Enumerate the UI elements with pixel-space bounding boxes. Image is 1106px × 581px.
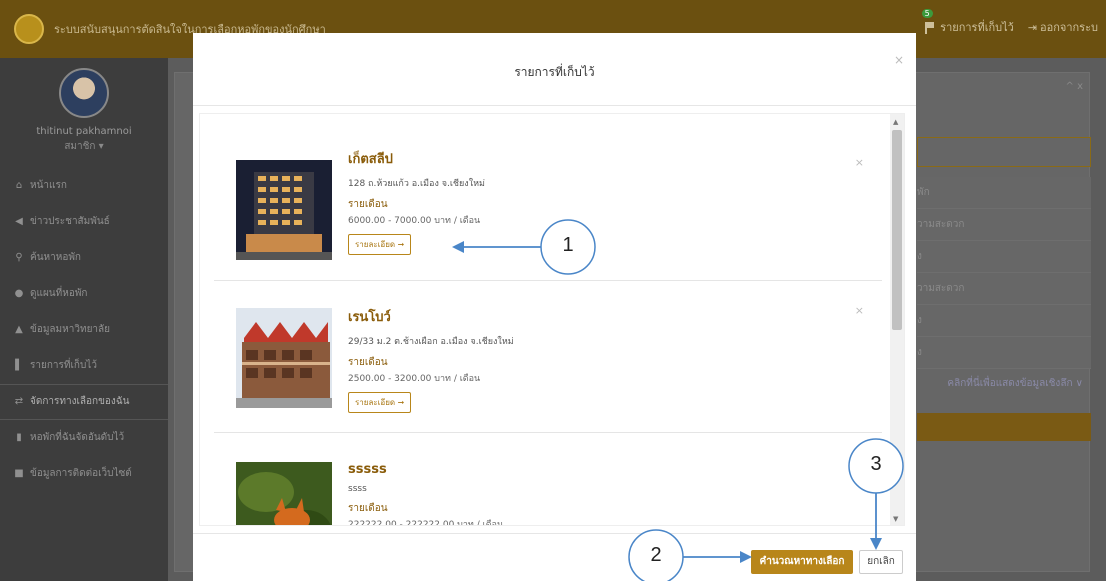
saved-items-modal: รายการที่เก็บไว้ × × เก็ตสลีป 128 ถ.ห้วย… (193, 33, 916, 581)
dorm-photo (236, 462, 332, 525)
sidebar-item-label: หน้าแรก (30, 180, 67, 191)
search-icon: ⚲ (15, 252, 23, 263)
dorm-price: 6000.00 - 7000.00 บาท / เดือน (348, 216, 481, 226)
monthly-label: รายเดือน (348, 503, 388, 514)
scroll-down-icon[interactable]: ▼ (893, 515, 898, 523)
sidebar-item-news[interactable]: ◀ ข่าวประชาสัมพันธ์ (0, 204, 168, 240)
sidebar-item-manage-choices[interactable]: ⇄ จัดการทางเลือกของฉัน (0, 384, 168, 420)
background-input[interactable] (917, 137, 1091, 167)
modal-title: รายการที่เก็บไว้ (514, 65, 595, 79)
modal-footer: คำนวณหาทางเลือก ยกเลิก (193, 533, 916, 581)
flag-icon (924, 22, 934, 34)
background-row: วามสะดวก (917, 273, 1091, 305)
dorm-address: ssss (348, 484, 367, 494)
university-logo-icon (14, 14, 44, 44)
logout-link[interactable]: ⇥ ออกจากระบ (1028, 18, 1098, 36)
background-criteria-list: พัก วามสะดวก ง วามสะดวก ง ง คลิกที่นี่เพ… (917, 137, 1091, 441)
sidebar-item-label: ดูแผนที่หอพัก (30, 288, 88, 299)
sidebar-item-ranked[interactable]: ▮ หอพักที่ฉันจัดอันดับไว้ (0, 420, 168, 456)
background-row: ง (917, 337, 1091, 369)
background-row: ง (917, 241, 1091, 273)
user-name: thitinut pakhamnoi (36, 126, 132, 137)
flag-icon: ▌ (15, 360, 23, 371)
logout-label: ออกจากระบ (1040, 21, 1098, 34)
comment-icon: ■ (14, 468, 24, 479)
monthly-label: รายเดือน (348, 357, 388, 368)
exchange-icon: ⇄ (14, 396, 24, 407)
background-row: ง (917, 305, 1091, 337)
details-button[interactable]: รายละเอียด ➞ (348, 234, 412, 255)
sidebar: thitinut pakhamnoi สมาชิก ▾ ⌂ หน้าแรก ◀ ข่… (0, 58, 168, 581)
close-icon[interactable]: × (894, 53, 904, 67)
megaphone-icon: ◀ (15, 216, 23, 227)
list-item: × เรนโบว์ 29/33 ม.2 ต.ช้างเผือก อ.เมือง … (226, 300, 876, 420)
map-marker-icon: ● (14, 288, 24, 299)
list-item: sssss ssss รายเดือน 222222.00 - 222222.0… (226, 454, 876, 526)
annotation-number-2: 2 (650, 544, 662, 566)
background-bar (917, 413, 1091, 441)
dorm-address: 29/33 ม.2 ต.ช้างเผือก อ.เมือง จ.เชียงใหม… (348, 337, 514, 347)
background-row: วามสะดวก (917, 209, 1091, 241)
sidebar-item-label: ข่าวประชาสัมพันธ์ (30, 216, 110, 227)
dorm-price: 2500.00 - 3200.00 บาท / เดือน (348, 374, 481, 384)
background-row: พัก (917, 177, 1091, 209)
cancel-button[interactable]: ยกเลิก (859, 550, 903, 574)
sidebar-item-saved[interactable]: ▌ รายการที่เก็บไว้ (0, 348, 168, 384)
annotation-number-1: 1 (562, 234, 574, 256)
sidebar-item-label: จัดการทางเลือกของฉัน (30, 396, 130, 407)
item-details: เก็ตสลีป 128 ถ.ห้วยแก้ว อ.เมือง จ.เชียงใ… (348, 148, 485, 255)
saved-items-list[interactable]: × เก็ตสลีป 128 ถ.ห้วยแก้ว อ.เมือง จ.เชีย… (199, 113, 905, 526)
item-details: sssss ssss รายเดือน 222222.00 - 222222.0… (348, 462, 504, 526)
annotation-number-3: 3 (870, 453, 882, 475)
saved-count-badge: 5 (921, 9, 933, 18)
item-details: เรนโบว์ 29/33 ม.2 ต.ช้างเผือก อ.เมือง จ.… (348, 306, 514, 413)
sidebar-menu: ⌂ หน้าแรก ◀ ข่าวประชาสัมพันธ์ ⚲ ค้นหาหอพัก … (0, 168, 168, 492)
sidebar-item-label: ค้นหาหอพัก (30, 252, 81, 263)
sidebar-item-search[interactable]: ⚲ ค้นหาหอพัก (0, 240, 168, 276)
calculate-choices-button[interactable]: คำนวณหาทางเลือก (751, 550, 853, 574)
modal-header: รายการที่เก็บไว้ × (193, 33, 916, 106)
sidebar-item-label: รายการที่เก็บไว้ (30, 360, 97, 371)
show-details-link[interactable]: คลิกที่นี่เพื่อแสดงข้อมูลเชิงลึก ∨ (917, 369, 1091, 399)
dorm-photo (236, 308, 332, 408)
list-scrollbar[interactable]: ▲ ▼ (890, 114, 904, 525)
sidebar-item-university[interactable]: ▲ ข้อมูลมหาวิทยาลัย (0, 312, 168, 348)
user-role-dropdown[interactable]: สมาชิก ▾ (0, 139, 168, 154)
dorm-photo (236, 160, 332, 260)
divider (214, 432, 882, 433)
divider (214, 280, 882, 281)
dorm-name: sssss (348, 462, 387, 477)
dorm-price: 222222.00 - 222222.00 บาท / เดือน (348, 520, 504, 526)
monthly-label: รายเดือน (348, 199, 388, 210)
graduation-cap-icon: ▲ (15, 324, 23, 335)
panel-controls[interactable]: ^ x (1066, 81, 1083, 92)
dorm-name: เก็ตสลีป (348, 152, 393, 167)
details-button[interactable]: รายละเอียด ➞ (348, 392, 412, 413)
list-item: × เก็ตสลีป 128 ถ.ห้วยแก้ว อ.เมือง จ.เชีย… (226, 152, 876, 272)
sidebar-item-contact[interactable]: ■ ข้อมูลการติดต่อเว็บไซต์ (0, 456, 168, 492)
sidebar-item-map[interactable]: ● ดูแผนที่หอพัก (0, 276, 168, 312)
home-icon: ⌂ (15, 180, 23, 191)
bar-chart-icon: ▮ (16, 432, 22, 443)
sidebar-item-home[interactable]: ⌂ หน้าแรก (0, 168, 168, 204)
remove-item-icon[interactable]: × (855, 304, 864, 317)
sidebar-item-label: ข้อมูลการติดต่อเว็บไซต์ (30, 468, 132, 479)
sidebar-item-label: ข้อมูลมหาวิทยาลัย (30, 324, 111, 335)
avatar (59, 68, 109, 118)
scroll-up-icon[interactable]: ▲ (893, 118, 898, 126)
dorm-address: 128 ถ.ห้วยแก้ว อ.เมือง จ.เชียงใหม่ (348, 179, 485, 189)
scrollbar-thumb[interactable] (892, 130, 902, 330)
saved-items-label: รายการที่เก็บไว้ (940, 21, 1014, 34)
dorm-name: เรนโบว์ (348, 310, 391, 325)
logout-icon: ⇥ (1027, 21, 1038, 34)
remove-item-icon[interactable]: × (855, 156, 864, 169)
saved-items-link[interactable]: 5 รายการที่เก็บไว้ (921, 9, 1014, 36)
sidebar-item-label: หอพักที่ฉันจัดอันดับไว้ (30, 432, 125, 443)
